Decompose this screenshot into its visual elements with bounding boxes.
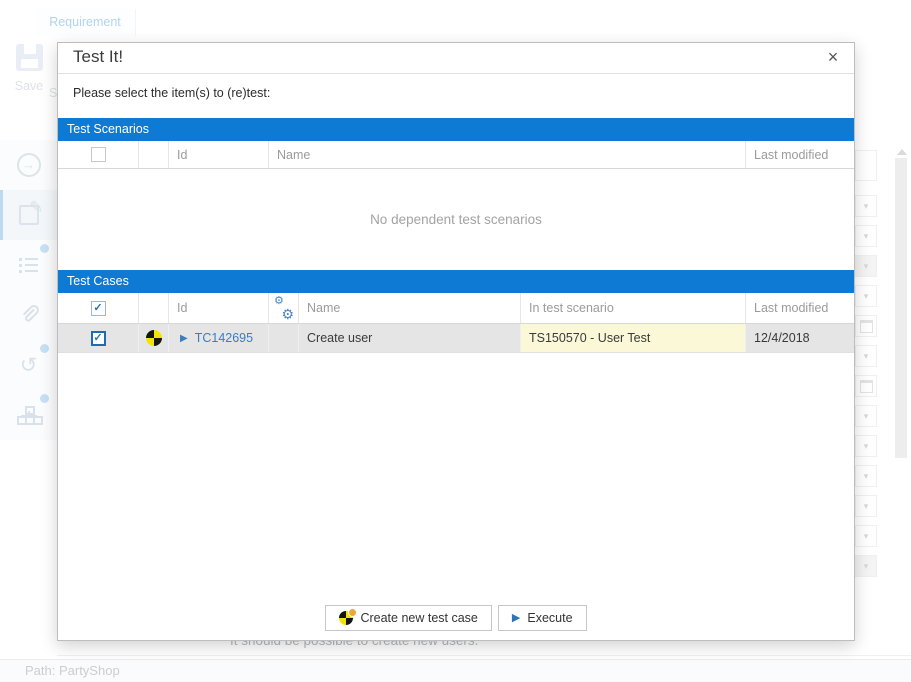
in-test-scenario-column-header: In test scenario [521, 293, 746, 323]
expand-arrow-icon[interactable]: ▶ [180, 333, 188, 344]
notification-dot [40, 344, 49, 353]
history-icon: ↺ [20, 355, 38, 376]
dialog-header: Test It! × [58, 43, 854, 74]
background-date-field [855, 315, 877, 337]
dialog-subtitle: Please select the item(s) to (re)test: [73, 86, 270, 100]
save-icon [16, 44, 43, 71]
row-in-test-scenario-cell: TS150570 - User Test [521, 324, 746, 352]
execute-button[interactable]: ▶ Execute [498, 605, 587, 631]
path-label: Path: PartyShop [25, 663, 120, 678]
background-dropdown-field: ▾ [855, 405, 877, 427]
background-dropdown-field: ▾ [855, 285, 877, 307]
save-button: Save [10, 44, 48, 93]
hierarchy-icon [17, 406, 41, 425]
background-dropdown-field: ▾ [855, 465, 877, 487]
select-all-cases-checkbox[interactable]: ✓ [91, 301, 106, 316]
arrow-right-circle-icon: → [17, 153, 41, 177]
last-modified-column-header: Last modified [746, 141, 854, 168]
test-scenarios-section-header: Test Scenarios [58, 118, 854, 141]
save-button-label: Save [10, 79, 48, 93]
last-modified-column-header: Last modified [746, 293, 854, 323]
scrollbar-thumb [895, 158, 907, 458]
row-id-cell: ▶ TC142695 [169, 324, 269, 352]
list-icon [19, 258, 38, 273]
notification-dot [40, 394, 49, 403]
dialog-title: Test It! [73, 47, 123, 67]
background-date-field [855, 375, 877, 397]
background-dropdown-field: ▾ [855, 345, 877, 367]
sidebar-item-history: ↺ [0, 340, 57, 390]
notification-dot [40, 244, 49, 253]
select-all-scenarios-cell [58, 141, 139, 168]
background-dropdown-field: ▾ [855, 495, 877, 517]
row-checkbox-cell: ✓ [58, 324, 139, 352]
sidebar-item-list [0, 240, 57, 290]
tab-requirement: Requirement [35, 9, 136, 36]
paperclip-icon [19, 304, 39, 326]
background-dropdown-field: ▾ [855, 555, 877, 577]
row-name-cell: Create user [299, 324, 521, 352]
divider [57, 655, 911, 656]
background-dropdown-field: ▾ [855, 435, 877, 457]
dialog-actions: Create new test case ▶ Execute [58, 605, 854, 631]
background-dropdown-field: ▾ [855, 525, 877, 547]
row-last-modified-cell: 12/4/2018 [746, 324, 854, 352]
test-scenarios-table-header: Id Name Last modified [58, 141, 854, 169]
test-case-checkbox[interactable]: ✓ [91, 331, 106, 346]
test-cases-table-header: ✓ Id ⚙⚙ Name In test scenario Last modif… [58, 293, 854, 324]
gear-column-header: ⚙⚙ [269, 293, 299, 323]
create-button-label: Create new test case [360, 611, 477, 625]
new-badge-dot [348, 608, 357, 617]
test-cases-section-header: Test Cases [58, 270, 854, 293]
background-dropdown-field: ▾ [855, 225, 877, 247]
calendar-icon [860, 380, 873, 393]
background-field [855, 150, 877, 181]
test-it-dialog: Test It! × Please select the item(s) to … [57, 42, 855, 641]
row-gear-cell [269, 324, 299, 352]
test-case-icon [146, 330, 162, 346]
calendar-icon [860, 320, 873, 333]
play-icon: ▶ [512, 613, 520, 624]
name-column-header: Name [269, 141, 746, 168]
gears-icon: ⚙⚙ [274, 299, 293, 318]
id-column-header: Id [169, 141, 269, 168]
select-all-scenarios-checkbox[interactable] [91, 147, 106, 162]
id-column-header: Id [169, 293, 269, 323]
edit-icon: ✎ [19, 205, 39, 225]
icon-column-header [139, 293, 169, 323]
status-bar: Path: PartyShop [0, 659, 911, 682]
new-test-case-icon [339, 611, 353, 625]
scrollbar-up-arrow [897, 149, 907, 155]
background-dropdown-field: ▾ [855, 195, 877, 217]
no-scenarios-message: No dependent test scenarios [58, 169, 854, 270]
background-dropdown-field: ▾ [855, 255, 877, 277]
sidebar-item-hierarchy [0, 390, 57, 440]
sidebar-item-edit: ✎ [0, 190, 57, 240]
select-all-cases-cell: ✓ [58, 293, 139, 323]
execute-button-label: Execute [527, 611, 572, 625]
app-window: Requirement Save S → ✎ ↺ [0, 0, 911, 682]
close-icon[interactable]: × [822, 45, 844, 69]
icon-column-header [139, 141, 169, 168]
name-column-header: Name [299, 293, 521, 323]
row-icon-cell [139, 324, 169, 352]
sidebar-item-navigate: → [0, 140, 57, 190]
create-new-test-case-button[interactable]: Create new test case [325, 605, 491, 631]
sidebar: → ✎ ↺ [0, 140, 57, 440]
test-case-row[interactable]: ✓ ▶ TC142695 Create user TS150570 - User… [58, 324, 854, 353]
sidebar-item-attachments [0, 290, 57, 340]
test-case-id-link[interactable]: TC142695 [195, 331, 253, 345]
